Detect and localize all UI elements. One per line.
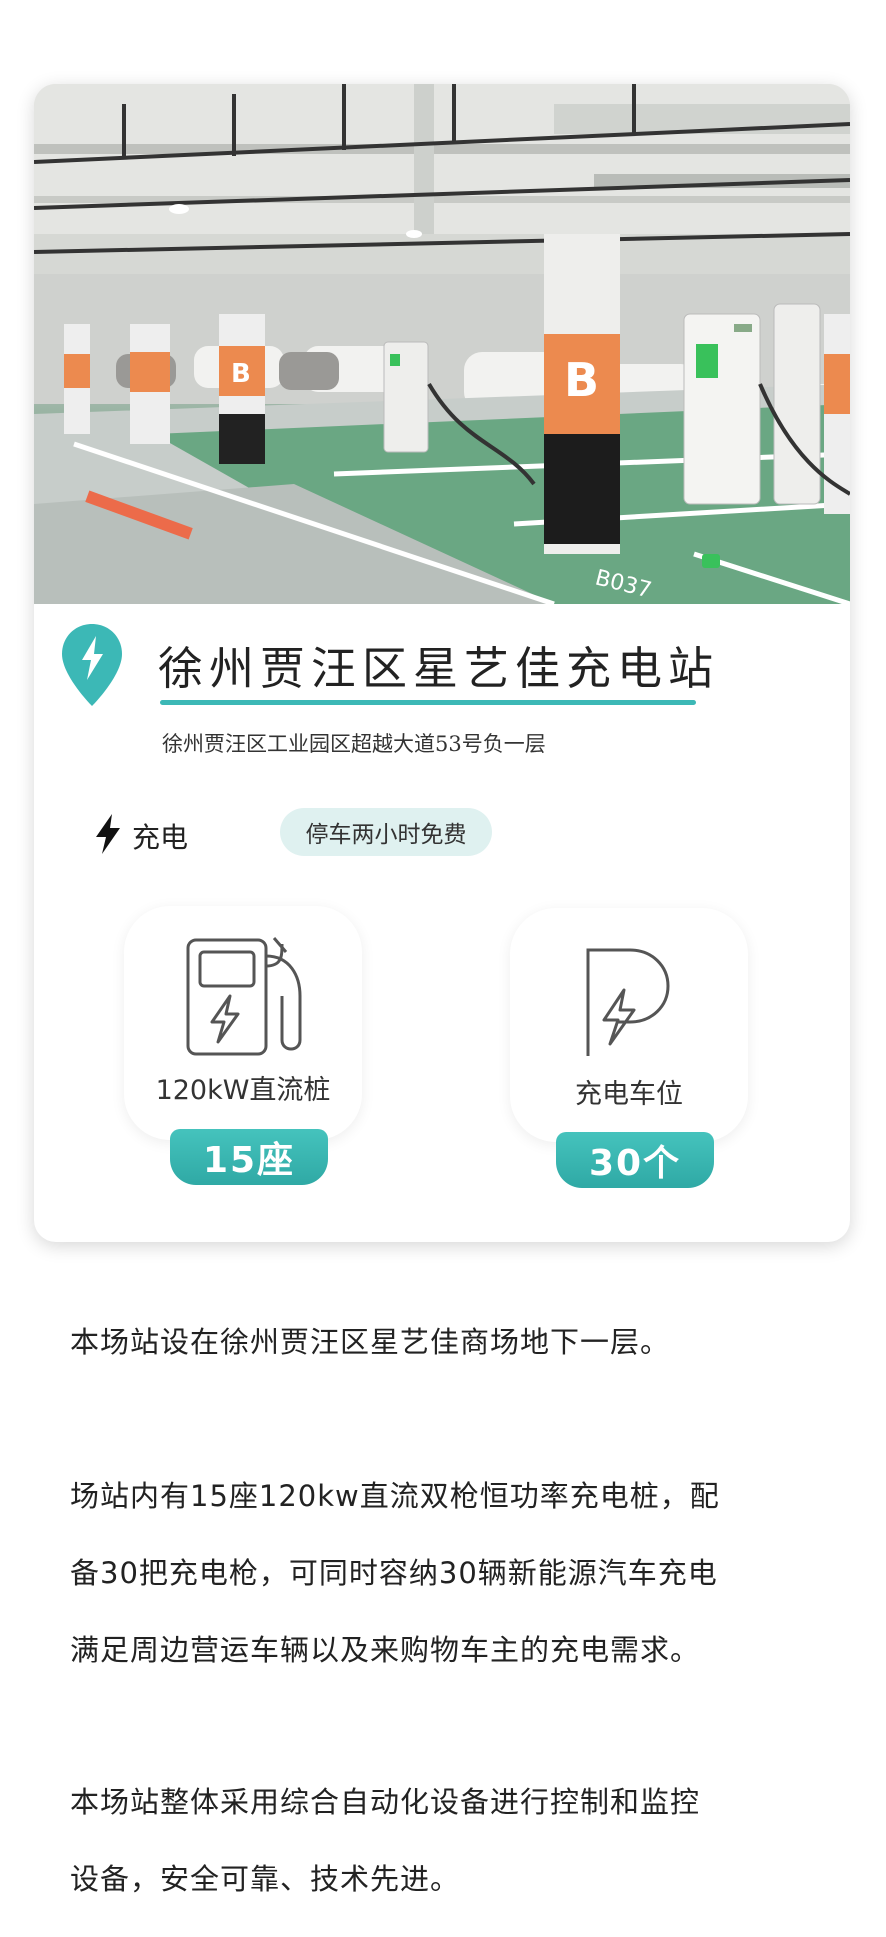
description-paragraph-2: 场站内有15座120kw直流双枪恒功率充电桩，配 备30把充电枪，可同时容纳30…: [70, 1458, 830, 1689]
parking-garage-photo: B B B037: [34, 84, 850, 604]
description-line: 本场站整体采用综合自动化设备进行控制和监控: [70, 1785, 701, 1819]
location-pin-icon: [62, 624, 122, 706]
charge-type-label: 充电: [132, 821, 189, 854]
description-line: 备30把充电枪，可同时容纳30辆新能源汽车充电: [70, 1556, 718, 1590]
pillar-sign-b: B: [231, 359, 251, 389]
parking-charge-icon: [586, 948, 670, 1056]
description-line: 场站内有15座120kw直流双枪恒功率充电桩，配: [70, 1479, 720, 1513]
station-address: 徐州贾汪区工业园区超越大道53号负一层: [162, 732, 546, 756]
description-line: 设备，安全可靠、技术先进。: [70, 1862, 461, 1896]
lightning-bolt-icon: [96, 814, 120, 854]
dc-charger-feature: 120kW直流桩: [124, 906, 362, 1140]
parking-space-count-badge: 30个: [556, 1132, 714, 1188]
pillar-sign-b-large: B: [564, 353, 599, 407]
description-line: 满足周边营运车辆以及来购物车主的充电需求。: [70, 1633, 701, 1667]
parking-space-feature: 充电车位: [510, 908, 748, 1142]
station-card: B B B037 徐州贾汪区星艺佳充电站 徐州贾汪区工业园区超越大道53号负一层: [34, 84, 850, 1242]
dc-charger-icon: [186, 937, 302, 1056]
station-name: 徐州贾汪区星艺佳充电站: [158, 642, 720, 695]
free-parking-badge: 停车两小时免费: [280, 808, 492, 856]
description-paragraph-3: 本场站整体采用综合自动化设备进行控制和监控 设备，安全可靠、技术先进。: [70, 1764, 830, 1918]
title-underline: [160, 700, 696, 705]
parking-space-label: 充电车位: [575, 1079, 683, 1110]
description-paragraph-1: 本场站设在徐州贾汪区星艺佳商场地下一层。: [70, 1304, 830, 1381]
description-line: 本场站设在徐州贾汪区星艺佳商场地下一层。: [70, 1325, 671, 1359]
dc-charger-label: 120kW直流桩: [155, 1075, 331, 1106]
dc-charger-count-badge: 15座: [170, 1129, 328, 1185]
